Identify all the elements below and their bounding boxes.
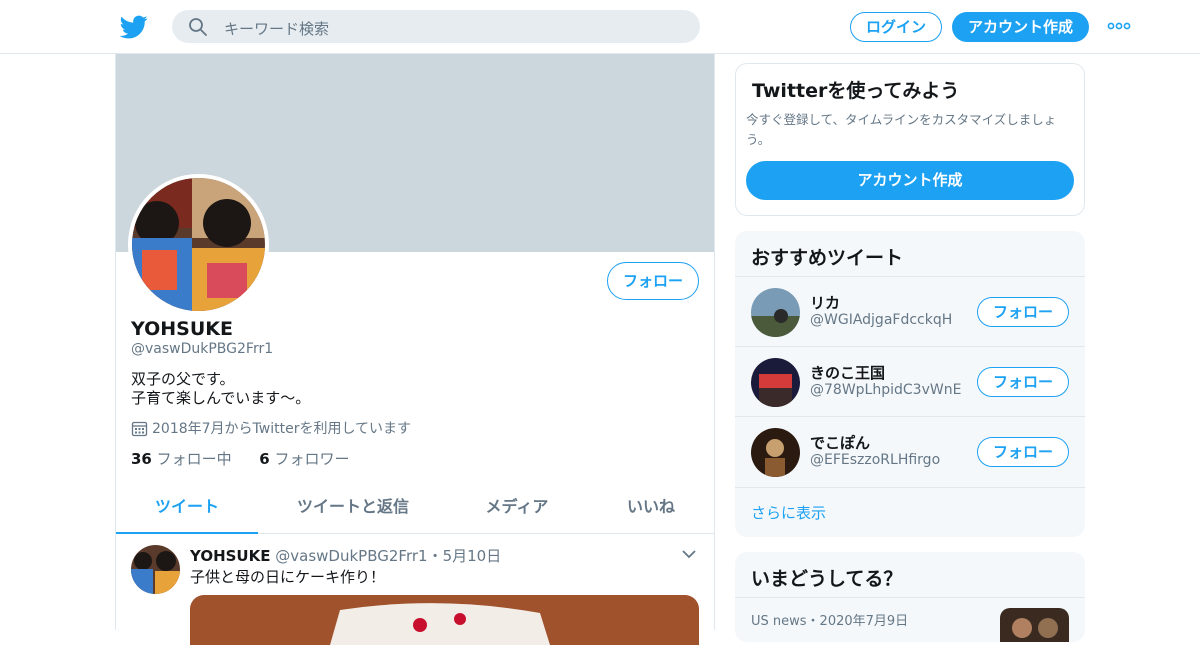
following-label: フォロー中: [156, 450, 232, 468]
suggestion-item[interactable]: リカ @WGIAdjgaFdcckqH フォロー: [735, 276, 1085, 346]
suggestion-name[interactable]: でこぽん: [810, 432, 870, 453]
suggestion-avatar[interactable]: [751, 288, 800, 337]
news-source: US news・2020年7月9日: [751, 614, 909, 629]
news-item[interactable]: US news・2020年7月9日: [735, 597, 1085, 642]
tab-likes[interactable]: いいね: [596, 484, 706, 534]
suggestion-avatar[interactable]: [751, 358, 800, 407]
show-more-link[interactable]: さらに表示: [735, 487, 1085, 537]
suggestion-handle: @WGIAdjgaFdcckqH: [810, 312, 953, 328]
more-options-icon[interactable]: [1107, 18, 1131, 34]
followers-label: フォロワー: [274, 450, 350, 468]
signup-button[interactable]: アカウント作成: [952, 12, 1089, 42]
suggestion-follow-button[interactable]: フォロー: [977, 297, 1069, 327]
tweet-photo: [190, 595, 699, 645]
tweet-avatar-photo: [131, 545, 180, 594]
recommend-card: おすすめツイート リカ @WGIAdjgaFdcckqH フォロー きのこ王国 …: [735, 231, 1085, 537]
top-bar: キーワード検索 ログイン アカウント作成: [0, 0, 1200, 54]
profile-bio: 双子の父です。 子育て楽しんでいます～。: [131, 370, 310, 408]
search-box[interactable]: キーワード検索: [172, 10, 700, 43]
trends-title: いまどうしてる？: [751, 568, 903, 590]
tweet-author-name[interactable]: YOHSUKE: [190, 547, 271, 565]
search-icon: [189, 18, 207, 36]
calendar-icon: [131, 421, 148, 437]
suggestion-name[interactable]: リカ: [810, 292, 840, 313]
tweet-image[interactable]: [190, 595, 699, 645]
following-stat[interactable]: 36 フォロー中: [131, 450, 232, 468]
suggestion-follow-button[interactable]: フォロー: [977, 437, 1069, 467]
avatar-photo: [751, 288, 800, 337]
bio-line: 双子の父です。: [131, 370, 235, 388]
tweet-meta[interactable]: @vaswDukPBG2Frr1・5月10日: [275, 547, 501, 565]
profile-stats: 36 フォロー中 6 フォロワー: [131, 448, 349, 469]
followers-stat[interactable]: 6 フォロワー: [259, 450, 349, 468]
profile-tabs: ツイート ツイートと返信 メディア いいね: [116, 484, 714, 534]
join-date: 2018年7月からTwitterを利用しています: [131, 418, 411, 438]
suggestion-handle: @78WpLhpidC3vWnE: [810, 382, 962, 398]
show-more-label[interactable]: さらに表示: [751, 502, 826, 523]
signup-card-button[interactable]: アカウント作成: [746, 161, 1074, 200]
tab-media[interactable]: メディア: [456, 484, 578, 534]
join-date-text: 2018年7月からTwitterを利用しています: [152, 421, 412, 437]
profile-column: フォロー YOHSUKE @vaswDukPBG2Frr1 双子の父です。 子育…: [115, 54, 715, 645]
signup-card-text: 今すぐ登録して、タイムラインをカスタマイズしましょう。: [746, 112, 1057, 147]
profile-name: YOHSUKE: [131, 318, 233, 340]
tweet-avatar[interactable]: [131, 545, 180, 594]
recommend-title: おすすめツイート: [751, 247, 904, 269]
tweet-text: 子供と母の日にケーキ作り！: [190, 568, 386, 586]
profile-handle: @vaswDukPBG2Frr1: [131, 341, 274, 357]
twitter-logo-icon[interactable]: [120, 13, 148, 41]
suggestion-follow-button[interactable]: フォロー: [977, 367, 1069, 397]
avatar-photo: [132, 178, 265, 311]
follow-button[interactable]: フォロー: [607, 262, 699, 300]
signup-card-title: Twitterを使ってみよう: [752, 80, 960, 102]
search-placeholder[interactable]: キーワード検索: [224, 18, 329, 39]
tweet-header: YOHSUKE @vaswDukPBG2Frr1・5月10日: [190, 545, 501, 566]
news-thumbnail[interactable]: [1000, 608, 1069, 642]
chevron-down-icon[interactable]: [682, 549, 696, 559]
following-count: 36: [131, 450, 152, 468]
suggestion-item[interactable]: でこぽん @EFEszzoRLHfirgo フォロー: [735, 416, 1085, 486]
tweet[interactable]: YOHSUKE @vaswDukPBG2Frr1・5月10日 子供と母の日にケー…: [116, 535, 714, 645]
suggestion-avatar[interactable]: [751, 428, 800, 477]
suggestion-name[interactable]: きのこ王国: [810, 362, 885, 383]
trends-card: いまどうしてる？ US news・2020年7月9日: [735, 552, 1085, 642]
suggestion-item[interactable]: きのこ王国 @78WpLhpidC3vWnE フォロー: [735, 346, 1085, 416]
avatar-photo: [751, 358, 800, 407]
profile-avatar[interactable]: [128, 174, 269, 315]
followers-count: 6: [259, 450, 270, 468]
suggestion-handle: @EFEszzoRLHfirgo: [810, 452, 941, 468]
bio-line: 子育て楽しんでいます～。: [131, 389, 311, 407]
tab-tweets[interactable]: ツイート: [116, 484, 258, 534]
avatar-photo: [751, 428, 800, 477]
login-button[interactable]: ログイン: [850, 12, 942, 42]
tab-tweets-replies[interactable]: ツイートと返信: [278, 484, 428, 534]
signup-card: Twitterを使ってみよう 今すぐ登録して、タイムラインをカスタマイズしましょ…: [735, 63, 1085, 216]
news-photo: [1000, 608, 1069, 642]
